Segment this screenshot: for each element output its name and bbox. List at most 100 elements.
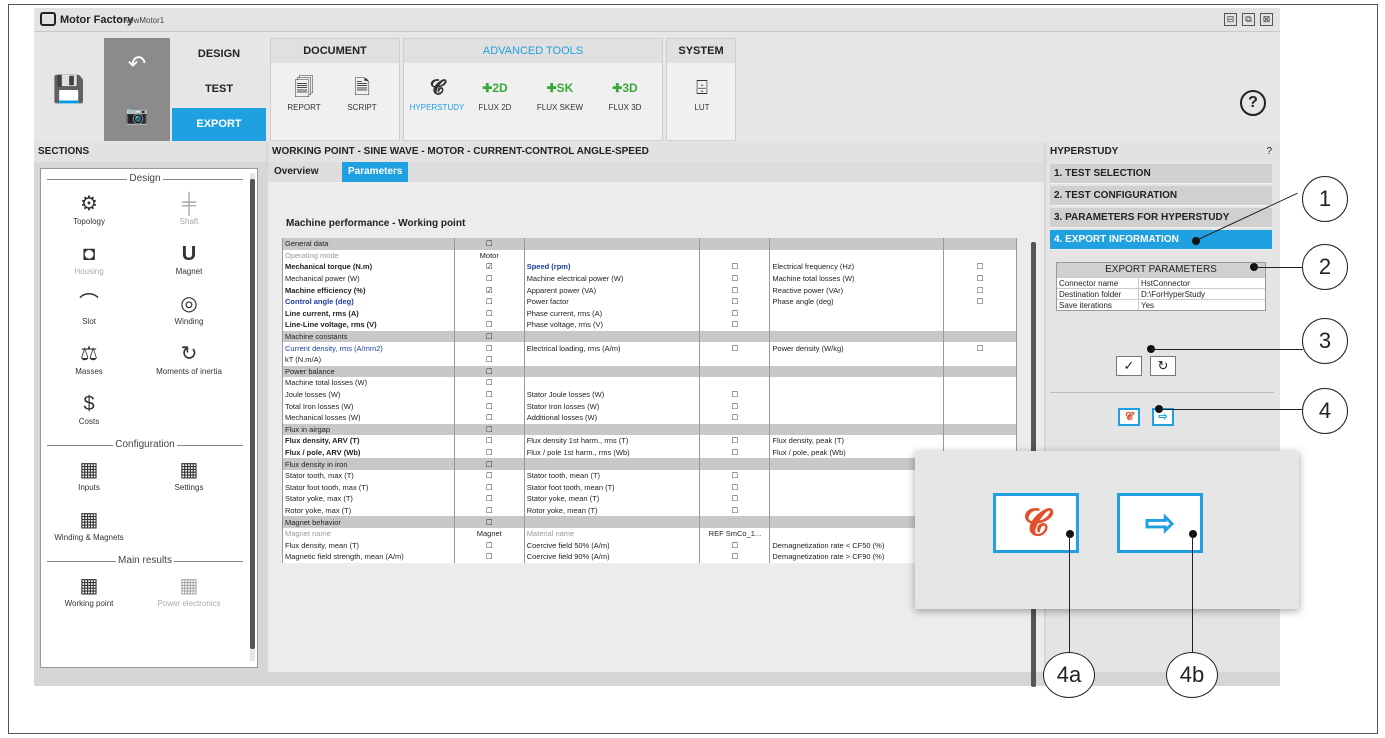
tab-parameters[interactable]: Parameters bbox=[342, 162, 409, 182]
zoom-file-export-button[interactable]: ⇨ bbox=[1117, 493, 1203, 553]
checkbox-cell[interactable]: ☐ bbox=[699, 388, 771, 401]
checkbox-cell[interactable]: ☐ bbox=[453, 435, 525, 447]
tab-design[interactable]: DESIGN bbox=[172, 38, 266, 71]
checkbox-cell[interactable]: ☐ bbox=[943, 342, 1017, 354]
checkbox-cell[interactable]: ☐ bbox=[943, 295, 1017, 308]
checkbox-cell[interactable]: ☐ bbox=[699, 481, 771, 494]
checkbox-cell[interactable]: ☐ bbox=[943, 261, 1017, 273]
checkbox-cell[interactable]: ☐ bbox=[699, 539, 771, 552]
sections-scrollbar[interactable] bbox=[250, 173, 255, 661]
checkbox-cell[interactable]: Magnet bbox=[453, 527, 525, 540]
checkbox-cell[interactable]: ☐ bbox=[699, 342, 771, 354]
tab-test[interactable]: TEST bbox=[172, 73, 266, 106]
checkbox-cell[interactable]: ☐ bbox=[699, 319, 771, 331]
checkbox-cell[interactable]: ☐ bbox=[943, 272, 1017, 285]
checkbox-cell[interactable]: ☐ bbox=[699, 295, 771, 308]
checkbox-cell[interactable]: ☐ bbox=[453, 353, 525, 366]
flux-2d-button[interactable]: ✚2D FLUX 2D bbox=[470, 73, 520, 112]
step-test-selection[interactable]: 1. TEST SELECTION bbox=[1050, 164, 1272, 184]
export-row[interactable]: Save iterations Yes bbox=[1057, 299, 1265, 310]
section-winding[interactable]: ◎ Winding bbox=[149, 291, 229, 326]
checkbox-cell[interactable]: ☐ bbox=[699, 446, 771, 459]
checkbox-cell[interactable]: ☐ bbox=[453, 400, 525, 412]
section-topology[interactable]: ⚙ Topology bbox=[49, 191, 129, 226]
checkbox-cell[interactable]: ☐ bbox=[453, 458, 525, 470]
flux-skew-button[interactable]: ✚SK FLUX SKEW bbox=[530, 73, 590, 112]
checkbox-cell[interactable]: ☐ bbox=[453, 469, 525, 482]
checkbox-cell[interactable]: ☐ bbox=[699, 551, 771, 563]
checkbox-cell[interactable]: Motor bbox=[453, 249, 525, 262]
step-export-information[interactable]: 4. EXPORT INFORMATION bbox=[1050, 230, 1272, 250]
checkbox-cell[interactable]: ☐ bbox=[453, 377, 525, 389]
hyperstudy-help-icon[interactable]: ? bbox=[1266, 142, 1272, 162]
checkbox-cell[interactable]: ☐ bbox=[453, 481, 525, 494]
camera-icon[interactable]: 📷 bbox=[104, 90, 170, 141]
checkbox-cell[interactable]: ☐ bbox=[453, 493, 525, 505]
tab-overview[interactable]: Overview bbox=[268, 162, 324, 182]
validate-button[interactable]: ✓ bbox=[1116, 356, 1142, 376]
checkbox-cell[interactable]: ☐ bbox=[453, 272, 525, 285]
section-slot[interactable]: ⌒ Slot bbox=[49, 291, 129, 326]
section-power-electronics[interactable]: ▦ Power electronics bbox=[149, 573, 229, 608]
section-masses[interactable]: ⚖ Masses bbox=[49, 341, 129, 376]
step-parameters[interactable]: 3. PARAMETERS FOR HYPERSTUDY bbox=[1050, 208, 1272, 228]
report-button[interactable]: 🗐 REPORT bbox=[279, 73, 329, 112]
checkbox-cell[interactable]: ☐ bbox=[699, 272, 771, 285]
checkbox-cell[interactable]: ☐ bbox=[699, 469, 771, 482]
section-costs[interactable]: $ Costs bbox=[49, 391, 129, 426]
zoom-hyperstudy-button[interactable]: 𝓒 bbox=[993, 493, 1079, 553]
checkbox-cell[interactable]: ☐ bbox=[453, 423, 525, 436]
checkbox-cell[interactable]: ☐ bbox=[453, 388, 525, 401]
undo-icon[interactable]: ↶ bbox=[104, 38, 170, 90]
checkbox-cell[interactable]: ☐ bbox=[453, 539, 525, 552]
help-icon[interactable]: ? bbox=[1240, 90, 1266, 116]
checkbox-cell[interactable]: ☐ bbox=[453, 295, 525, 308]
checkbox-cell[interactable]: ☐ bbox=[453, 307, 525, 320]
section-moments-of-inertia[interactable]: ↻ Moments of inertia bbox=[149, 341, 229, 376]
export-row[interactable]: Connector name HstConnector bbox=[1057, 277, 1265, 288]
step-test-configuration[interactable]: 2. TEST CONFIGURATION bbox=[1050, 186, 1272, 206]
checkbox-cell[interactable]: ☐ bbox=[699, 261, 771, 273]
restore-button[interactable]: ⧉ bbox=[1242, 13, 1255, 26]
checkbox-cell[interactable]: ☐ bbox=[453, 342, 525, 354]
checkbox-cell[interactable]: ☑ bbox=[453, 261, 525, 273]
checkbox-cell[interactable]: ☐ bbox=[453, 504, 525, 517]
section-winding-magnets[interactable]: ▦ Winding & Magnets bbox=[49, 507, 129, 542]
close-button[interactable]: ⊠ bbox=[1260, 13, 1273, 26]
save-icon[interactable]: 💾 bbox=[34, 38, 104, 141]
checkbox-cell[interactable]: ☐ bbox=[699, 504, 771, 517]
script-button[interactable]: 🗎 SCRIPT bbox=[337, 73, 387, 112]
minimize-button[interactable]: ⊟ bbox=[1224, 13, 1237, 26]
lut-button[interactable]: ⌹ LUT bbox=[677, 73, 727, 112]
hyperstudy-button[interactable]: 𝓒 HYPERSTUDY bbox=[408, 73, 466, 112]
checkbox-cell[interactable]: ☐ bbox=[699, 435, 771, 447]
checkbox-cell[interactable]: ☐ bbox=[699, 411, 771, 424]
checkbox-cell[interactable]: REF SmCo_1... bbox=[699, 527, 771, 540]
checkbox-cell[interactable]: ☐ bbox=[699, 493, 771, 505]
checkbox-cell[interactable]: ☐ bbox=[453, 238, 525, 250]
section-housing[interactable]: ◘ Housing bbox=[49, 241, 129, 276]
checkbox-cell[interactable]: ☐ bbox=[453, 330, 525, 343]
checkbox-cell[interactable]: ☐ bbox=[453, 319, 525, 331]
section-shaft[interactable]: ╪ Shaft bbox=[149, 191, 229, 226]
checkbox-cell[interactable]: ☐ bbox=[453, 365, 525, 378]
hyperstudy-export-button[interactable]: 𝓒 bbox=[1118, 408, 1140, 426]
checkbox-cell[interactable]: ☐ bbox=[699, 307, 771, 320]
checkbox-cell[interactable]: ☐ bbox=[453, 411, 525, 424]
export-row[interactable]: Destination folder D:\ForHyperStudy bbox=[1057, 288, 1265, 299]
section-working-point[interactable]: ▦ Working point bbox=[49, 573, 129, 608]
checkbox-cell[interactable]: ☐ bbox=[699, 284, 771, 296]
checkbox-cell[interactable]: ☐ bbox=[943, 284, 1017, 296]
section-inputs[interactable]: ▦ Inputs bbox=[49, 457, 129, 492]
checkbox-cell[interactable]: ☐ bbox=[453, 446, 525, 459]
section-settings[interactable]: ▦ Settings bbox=[149, 457, 229, 492]
reset-button[interactable]: ↻ bbox=[1150, 356, 1176, 376]
flux-3d-button[interactable]: ✚3D FLUX 3D bbox=[600, 73, 650, 112]
tab-export[interactable]: EXPORT bbox=[172, 108, 266, 141]
checkbox-cell[interactable]: ☑ bbox=[453, 284, 525, 296]
checkbox-cell[interactable]: ☐ bbox=[453, 516, 525, 528]
parameter-cell: Joule losses (W) bbox=[282, 388, 455, 401]
checkbox-cell[interactable]: ☐ bbox=[453, 551, 525, 563]
section-magnet[interactable]: U Magnet bbox=[149, 241, 229, 276]
checkbox-cell[interactable]: ☐ bbox=[699, 400, 771, 412]
